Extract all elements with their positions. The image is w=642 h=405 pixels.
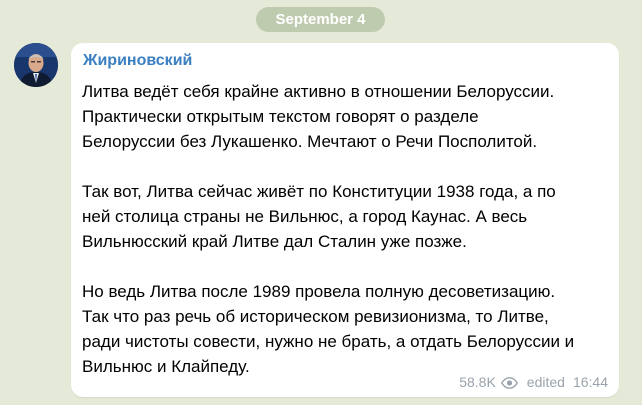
message-paragraph: Но ведь Литва после 1989 провела полную … xyxy=(82,279,612,379)
message-line: ней столица страны не Вильнюс, а город К… xyxy=(82,207,528,226)
message-line: Так вот, Литва сейчас живёт по Конституц… xyxy=(82,182,556,201)
message-line: Белоруссии без Лукашенко. Мечтают о Речи… xyxy=(82,132,538,151)
date-separator: September 4 xyxy=(256,7,385,32)
sender-name[interactable]: Жириновский xyxy=(83,52,192,70)
message-paragraph: Литва ведёт себя крайне активно в отноше… xyxy=(82,79,612,154)
message-text: Литва ведёт себя крайне активно в отноше… xyxy=(82,79,612,379)
message-line: Литва ведёт себя крайне активно в отноше… xyxy=(82,82,555,101)
eye-icon xyxy=(500,376,518,389)
message-paragraph: Так вот, Литва сейчас живёт по Конституц… xyxy=(82,179,612,254)
view-count: 58.8K xyxy=(459,374,496,390)
message-bubble[interactable]: Жириновский Литва ведёт себя крайне акти… xyxy=(71,43,619,397)
message-line: Вильнюсский край Литве дал Сталин уже по… xyxy=(82,232,467,251)
message-line: Но ведь Литва после 1989 провела полную … xyxy=(82,282,556,301)
avatar[interactable] xyxy=(14,43,58,87)
message-line: Практически открытым текстом говорят о р… xyxy=(82,107,479,126)
message-meta: 58.8K edited 16:44 xyxy=(459,374,608,390)
message-line: Так что раз речь об историческом ревизио… xyxy=(82,307,549,326)
avatar-photo xyxy=(14,43,58,87)
message-time: 16:44 xyxy=(572,374,608,390)
message-line: ради чистоты совести, нужно не брать, а … xyxy=(82,332,575,351)
edited-label: edited xyxy=(526,374,565,390)
